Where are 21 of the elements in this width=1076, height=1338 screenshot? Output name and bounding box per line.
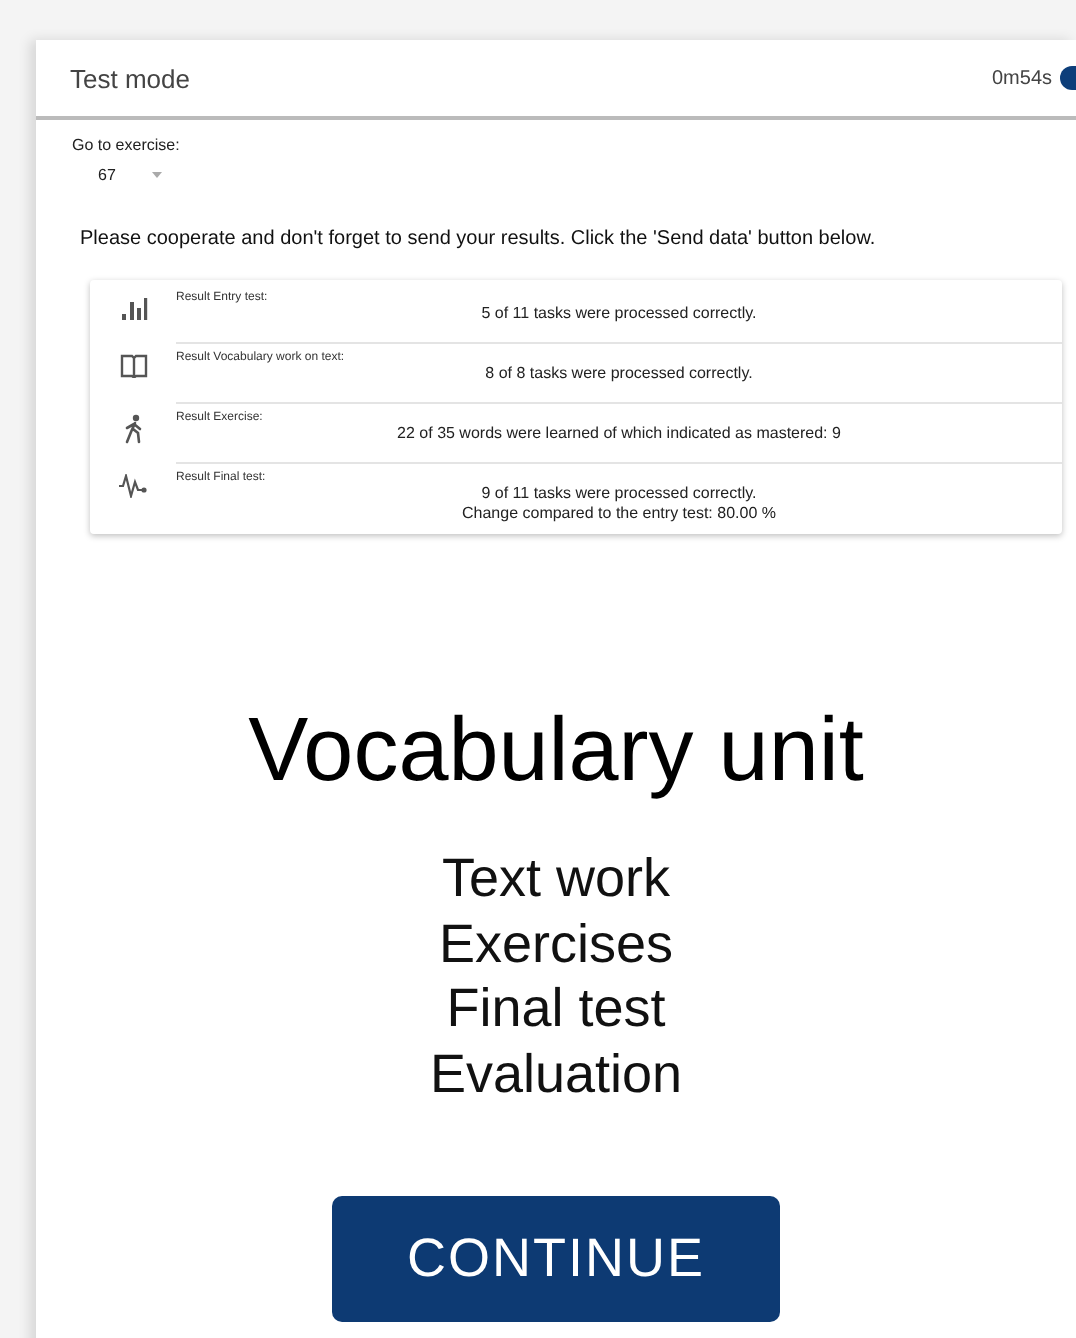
timer: 0m54s: [991, 67, 1052, 89]
unit-section: Final test: [429, 976, 683, 1041]
notice-text: Please cooperate and don't forget to send your results. Click the 'Send data' button below.: [78, 226, 878, 250]
exercise-label: Go to exercise:: [72, 136, 182, 154]
pulse-icon: [118, 474, 148, 498]
walking-person-icon: [121, 414, 145, 444]
page-title: Test mode: [70, 63, 190, 93]
unit-section: Evaluation: [429, 1041, 683, 1106]
unit-title: Vocabulary unit: [248, 698, 864, 802]
bar-chart-icon: [119, 294, 147, 322]
unit-section: Exercises: [429, 911, 683, 976]
caret-icon: [151, 172, 162, 178]
result-text: 22 of 35 words were learned of which indicated as mastered: 9: [395, 424, 843, 444]
result-text: 8 of 8 tasks were processed correctly.: [483, 364, 755, 384]
book-icon: [119, 354, 147, 378]
result-text: 9 of 11 tasks were processed correctly.: [479, 484, 759, 504]
exercise-dropdown[interactable]: 67: [72, 156, 174, 184]
continue-button[interactable]: CONTINUE: [332, 1196, 780, 1322]
unit-section: Text work: [429, 846, 683, 911]
result-text: Change compared to the entry test: 80.00 %: [460, 504, 778, 524]
result-text: 5 of 11 tasks were processed correctly.: [479, 304, 759, 324]
